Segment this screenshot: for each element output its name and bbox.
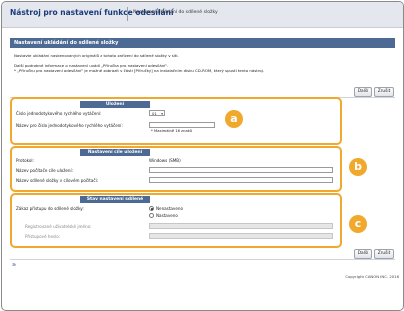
shared-folder-title: Stav nastavení sdílené složky (80, 196, 150, 209)
note-line-2: * „Příručku pro nastavení odesílání" je … (14, 68, 265, 74)
password-label: Přístupové heslo: (25, 234, 61, 239)
registration-title: Uložení (80, 101, 150, 108)
radio-not-set-label: Nenastaveno (156, 206, 183, 211)
next-button-bottom[interactable]: Další (354, 249, 372, 259)
radio-not-set[interactable] (149, 206, 154, 211)
password-input[interactable] (149, 233, 333, 239)
breadcrumb-separator (127, 7, 128, 21)
shared-folder-group: Stav nastavení sdílené složky Zákaz přís… (10, 193, 342, 248)
cancel-button-top[interactable]: Zrušit (374, 87, 394, 97)
host-name-label: Název počítače cíle uložení: (16, 168, 73, 173)
breadcrumb: Nastavení ukládání do sdílené složky (133, 10, 218, 15)
back-to-top-link[interactable]: ≥ (12, 262, 16, 268)
speed-dial-value: 01 (152, 111, 157, 116)
section-header: Nastavení ukládání do sdílené složky (10, 38, 395, 48)
callout-c-icon: c (349, 215, 367, 233)
chevron-down-icon: ▾ (161, 112, 163, 116)
next-button-top[interactable]: Další (354, 87, 372, 97)
shared-folder-name-input[interactable] (149, 177, 333, 183)
radio-set[interactable] (149, 213, 154, 218)
speed-dial-select[interactable]: 01 ▾ (149, 110, 165, 116)
username-label: Registrované uživatelské jméno: (25, 224, 92, 229)
protocol-label: Protokol: (16, 158, 34, 163)
divider-bottom (10, 259, 395, 260)
app-window: Nástroj pro nastavení funkce odesílání N… (1, 1, 404, 311)
note-text: Další podrobné informace o nastavení uvá… (14, 63, 264, 73)
callout-a-icon: a (225, 110, 243, 128)
header-bar: Nástroj pro nastavení funkce odesílání N… (2, 2, 403, 28)
shared-folder-name-label: Název sdílené složky v cílovém počítači: (16, 178, 99, 183)
page-title: Nastavení ukládání do sdílené složky (14, 40, 119, 46)
destination-title: Nastavení cíle uložení (80, 149, 150, 156)
speed-dial-label: Číslo jednodotykového rychlého vytáčení: (16, 111, 102, 116)
destination-group: Nastavení cíle uložení Protokol: Windows… (10, 146, 342, 192)
copyright: Copyright CANON INC. 2016 (345, 274, 399, 279)
host-name-input[interactable] (149, 167, 333, 173)
speed-dial-name-label: Název pro číslo jednodotykového rychlého… (16, 123, 123, 128)
name-hint: * Maximálně 16 znaků (151, 129, 193, 133)
cancel-button-bottom[interactable]: Zrušit (374, 249, 394, 259)
registration-group: Uložení Číslo jednodotykového rychlého v… (10, 97, 342, 145)
username-input[interactable] (149, 223, 333, 229)
radio-set-label: Nastaveno (156, 213, 178, 218)
access-auth-label: Zákaz přístupu do sdílené složky: (16, 206, 84, 211)
protocol-value: Windows (SMB) (149, 158, 181, 163)
callout-b-icon: b (349, 158, 367, 176)
intro-text: Nastavte ukládání naskenovaných originál… (14, 53, 179, 58)
speed-dial-name-input[interactable] (149, 122, 215, 128)
